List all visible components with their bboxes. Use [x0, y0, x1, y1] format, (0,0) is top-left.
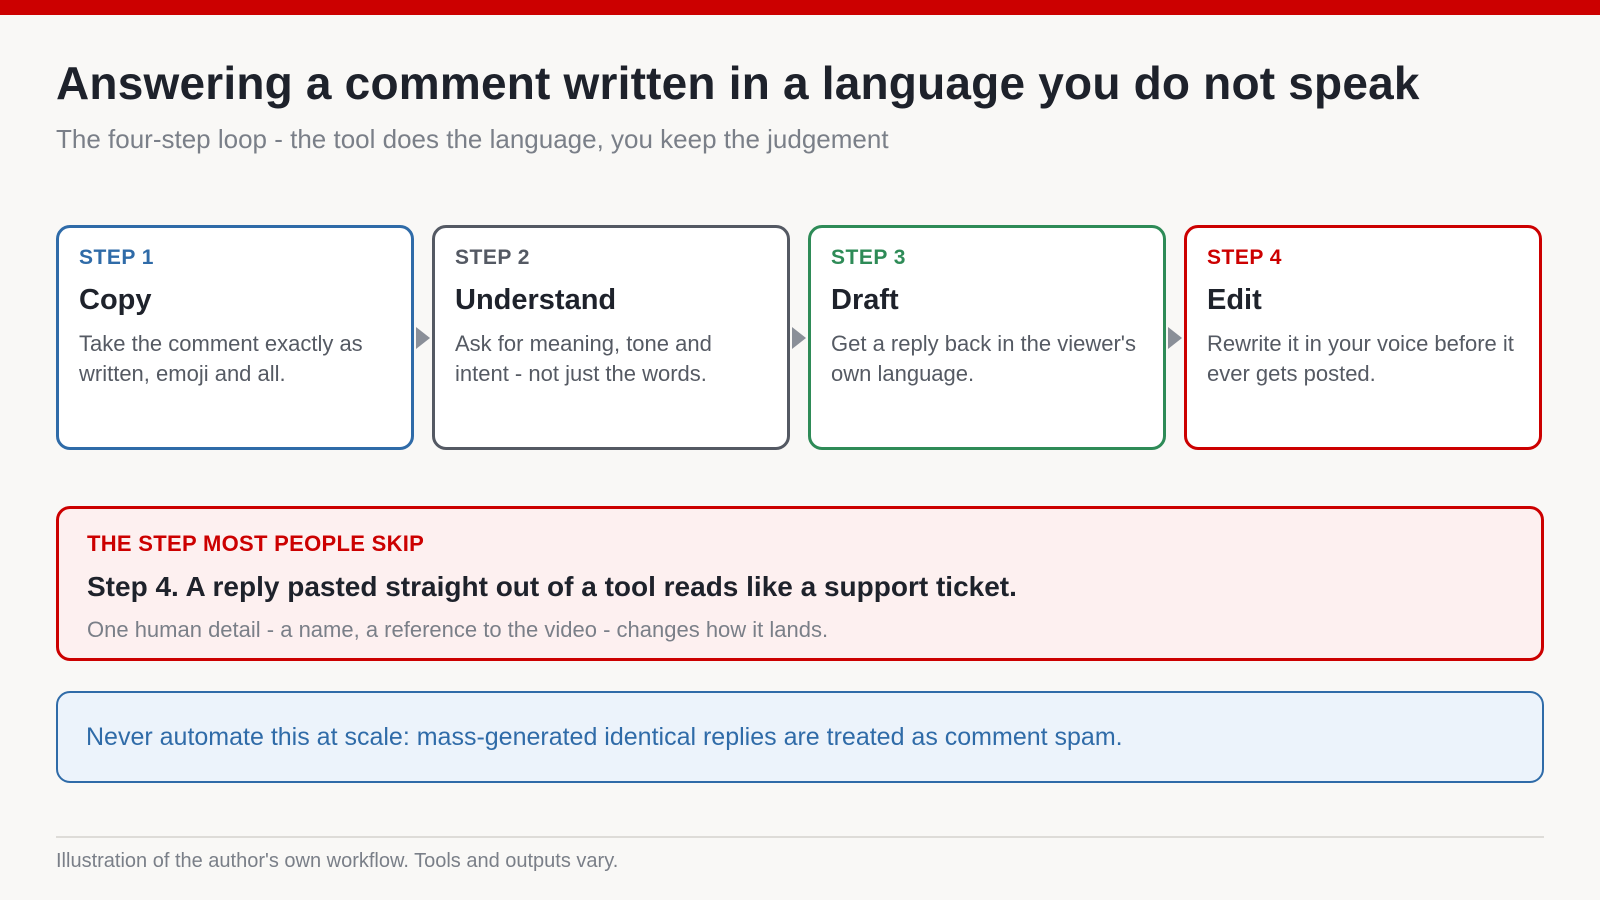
callout-heading: Step 4. A reply pasted straight out of a…	[87, 571, 1017, 602]
arrow-right-icon	[416, 327, 430, 349]
callout-label: THE STEP MOST PEOPLE SKIP	[87, 531, 425, 556]
footer-caption: Illustration of the author's own workflo…	[56, 850, 619, 872]
step-description: Ask for meaning, tone and intent - not j…	[455, 331, 712, 386]
top-accent-bar	[0, 0, 1600, 15]
step-card-understand: STEP 2 Understand Ask for meaning, tone …	[432, 225, 790, 450]
step-title: Edit	[1207, 284, 1262, 316]
step-card-draft: STEP 3 Draft Get a reply back in the vie…	[808, 225, 1166, 450]
arrow-right-icon	[792, 327, 806, 349]
step-title: Understand	[455, 284, 617, 316]
step-description: Take the comment exactly as written, emo…	[79, 331, 363, 386]
page-subtitle: The four-step loop - the tool does the l…	[56, 124, 889, 154]
spam-note-box: Never automate this at scale: mass-gener…	[56, 691, 1544, 783]
arrow-right-icon	[1168, 327, 1182, 349]
step-number: STEP 3	[831, 246, 906, 269]
step-title: Draft	[831, 284, 899, 316]
steps-flow: STEP 1 Copy Take the comment exactly as …	[56, 225, 1544, 450]
step-card-copy: STEP 1 Copy Take the comment exactly as …	[56, 225, 414, 450]
step-number: STEP 1	[79, 246, 154, 269]
page-title: Answering a comment written in a languag…	[56, 57, 1420, 109]
step-title: Copy	[79, 284, 152, 316]
step-card-edit: STEP 4 Edit Rewrite it in your voice bef…	[1184, 225, 1542, 450]
note-text: Never automate this at scale: mass-gener…	[86, 722, 1123, 751]
skip-warning-callout: THE STEP MOST PEOPLE SKIP Step 4. A repl…	[56, 506, 1544, 661]
step-description: Rewrite it in your voice before it ever …	[1207, 331, 1514, 386]
step-number: STEP 4	[1207, 246, 1282, 269]
step-number: STEP 2	[455, 246, 530, 269]
callout-subtext: One human detail - a name, a reference t…	[87, 617, 829, 642]
step-description: Get a reply back in the viewer's own lan…	[831, 331, 1137, 386]
footer-divider	[56, 836, 1544, 838]
